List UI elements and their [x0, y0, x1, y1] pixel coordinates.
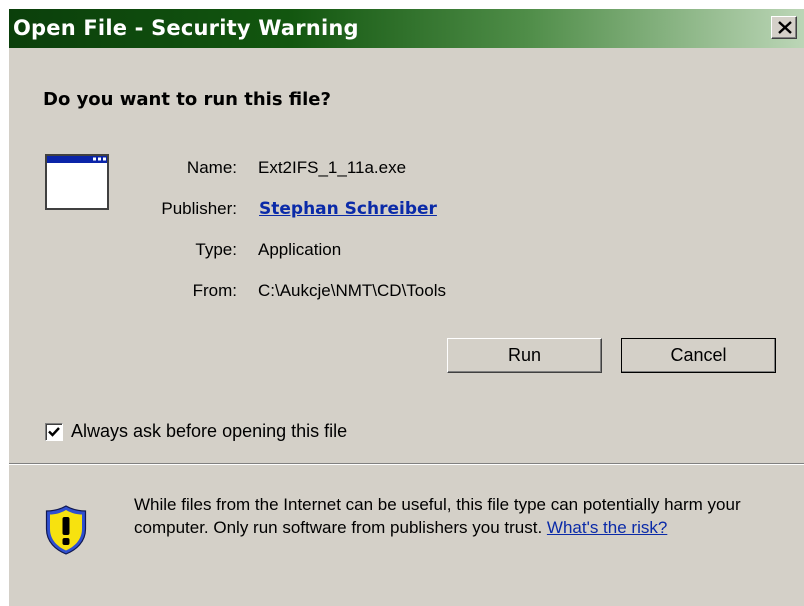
- publisher-link[interactable]: Stephan Schreiber: [259, 199, 437, 219]
- type-label: Type:: [195, 240, 237, 259]
- from-value: C:\Aukcje\NMT\CD\Tools: [258, 281, 446, 300]
- warning-shield-icon: [45, 505, 87, 555]
- close-button[interactable]: [771, 16, 797, 39]
- dialog-question: Do you want to run this file?: [43, 89, 331, 110]
- run-button[interactable]: Run: [447, 338, 602, 373]
- name-label: Name:: [186, 158, 237, 177]
- name-value: Ext2IFS_1_11a.exe: [258, 158, 407, 177]
- divider-highlight: [9, 464, 804, 465]
- always-ask-checkbox[interactable]: [45, 423, 63, 441]
- security-warning-dialog: Open File - Security Warning Do you want…: [8, 8, 804, 606]
- warning-text: While files from the Internet can be use…: [134, 493, 774, 539]
- from-label: From:: [192, 281, 237, 300]
- type-value: Application: [258, 240, 342, 259]
- whats-the-risk-link[interactable]: What's the risk?: [547, 518, 667, 537]
- title-bar[interactable]: Open File - Security Warning: [9, 9, 804, 48]
- window-title: Open File - Security Warning: [13, 16, 359, 40]
- close-icon: [778, 21, 792, 34]
- always-ask-label[interactable]: Always ask before opening this file: [71, 421, 347, 442]
- checkmark-icon: [48, 427, 60, 437]
- cancel-button[interactable]: Cancel: [621, 338, 776, 373]
- publisher-label: Publisher:: [161, 199, 237, 218]
